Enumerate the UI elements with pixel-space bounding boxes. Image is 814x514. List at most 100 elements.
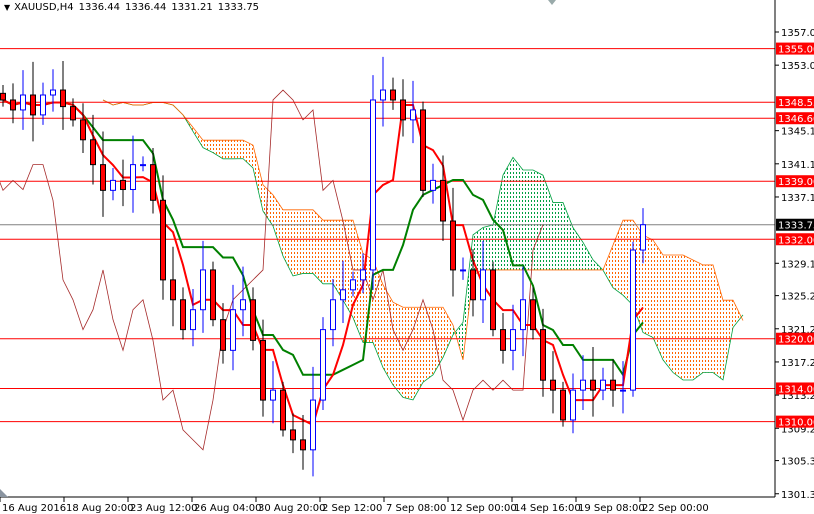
price-tick-label: 1345.10 <box>781 127 814 138</box>
bull-candle <box>350 279 356 291</box>
cloud-segment <box>393 302 403 398</box>
bear-candle <box>210 269 216 321</box>
cloud-segment <box>513 157 523 270</box>
bear-candle <box>70 106 76 121</box>
time-tick-label: 22 Sep 00:00 <box>642 503 709 514</box>
price-tick-label: 1305.30 <box>781 457 814 468</box>
bull-candle <box>110 179 116 191</box>
cloud-segment <box>663 255 673 373</box>
bear-candle <box>180 299 186 331</box>
cloud-segment <box>273 194 283 257</box>
time-tick-label: 26 Aug 04:00 <box>194 503 261 514</box>
bull-candle <box>310 399 316 451</box>
bear-candle <box>490 269 496 331</box>
cloud-segment <box>553 202 563 270</box>
cloud-segment <box>613 220 623 296</box>
bear-candle <box>250 299 256 341</box>
bear-candle <box>260 339 266 401</box>
bull-candle <box>460 269 466 272</box>
bull-candle <box>640 224 646 251</box>
symbol-label: XAUUSD,H4 <box>14 2 74 13</box>
bear-candle <box>150 164 156 201</box>
cloud-segment <box>483 224 493 270</box>
bear-candle <box>540 329 546 381</box>
cloud-segment <box>303 209 313 274</box>
price-tick-label: 1353.00 <box>781 61 814 72</box>
price-tick-label: 1357.00 <box>781 28 814 39</box>
bear-candle <box>60 89 66 108</box>
bear-candle <box>290 429 296 441</box>
cloud-segment <box>533 170 543 270</box>
bear-candle <box>500 329 506 351</box>
chart-shift-marker[interactable] <box>548 0 556 5</box>
time-axis: 16 Aug 2016 18 Aug 20:0023 Aug 12:0026 Au… <box>0 497 709 514</box>
level-price-label: 1310.00 <box>778 418 814 429</box>
bull-candle <box>320 329 326 401</box>
cloud-segment <box>683 255 693 380</box>
cloud-segment <box>653 240 663 360</box>
bull-candle <box>130 164 136 191</box>
bull-candle <box>410 109 416 121</box>
cloud-segment <box>423 307 433 383</box>
cloud-segment <box>523 170 533 270</box>
time-tick-label: 19 Sep 08:00 <box>578 503 645 514</box>
cloud-segment <box>403 307 413 400</box>
bear-candle <box>170 279 176 301</box>
cloud-segment <box>413 307 423 400</box>
bear-candle <box>610 379 616 391</box>
level-price-label: 1346.60 <box>778 114 814 125</box>
cloud-segment <box>673 255 683 380</box>
bear-candle <box>100 164 106 191</box>
cloud-segment <box>293 209 303 276</box>
price-tick-label: 1317.20 <box>781 358 814 369</box>
bear-candle <box>10 99 16 111</box>
bull-candle <box>190 309 196 331</box>
triangle-down-icon[interactable]: ▼ <box>4 3 10 12</box>
cloud-segment <box>323 220 333 284</box>
cloud-segment <box>563 202 573 270</box>
price-tick-label: 1301.30 <box>781 490 814 501</box>
bear-candle <box>120 179 126 191</box>
bull-candle <box>360 269 366 281</box>
bull-candle <box>480 269 486 301</box>
bull-candle <box>620 389 626 392</box>
bull-candle <box>430 179 436 191</box>
bull-candle <box>240 299 246 311</box>
bear-candle <box>530 299 536 331</box>
price-chart[interactable]: 1357.00 1353.00 1345.10 1341.10 1337.10 1329.… <box>0 0 814 514</box>
price-tick-label: 1329.10 <box>781 259 814 270</box>
bull-candle <box>380 89 386 101</box>
cloud-segment <box>583 242 593 270</box>
bear-candle <box>220 319 226 351</box>
bear-candle <box>400 99 406 121</box>
bull-candle <box>570 389 576 421</box>
cloud-segment <box>233 140 243 159</box>
cloud-segment <box>203 140 213 153</box>
cloud-segment <box>373 259 383 368</box>
cloud-segment <box>473 227 483 275</box>
bear-candle <box>590 379 596 391</box>
bear-candle <box>420 109 426 191</box>
cloud-segment <box>573 227 583 270</box>
level-price-label: 1348.53 <box>778 98 814 109</box>
time-tick-label: 7 Sep 08:00 <box>386 503 446 514</box>
price-tick-label: 1337.10 <box>781 193 814 204</box>
bull-candle <box>330 299 336 331</box>
bull-candle <box>140 164 146 167</box>
low-value: 1331.21 <box>171 2 213 13</box>
cloud-segment <box>733 300 743 328</box>
bull-candle <box>510 329 516 351</box>
cloud-segment <box>223 140 233 159</box>
level-price-label: 1355.00 <box>778 45 814 56</box>
level-price-label: 1339.00 <box>778 177 814 188</box>
bull-candle <box>520 299 526 331</box>
price-tick-label: 1325.20 <box>781 292 814 303</box>
cloud-segment <box>333 220 343 301</box>
cloud-segment <box>723 300 733 380</box>
bull-candle <box>630 249 636 391</box>
bull-candle <box>40 94 46 116</box>
close-value: 1333.75 <box>217 2 260 13</box>
cloud-segment <box>313 209 323 284</box>
time-tick-label: 16 Aug 2016 <box>2 503 66 514</box>
time-tick-label: 14 Sep 16:00 <box>514 503 581 514</box>
